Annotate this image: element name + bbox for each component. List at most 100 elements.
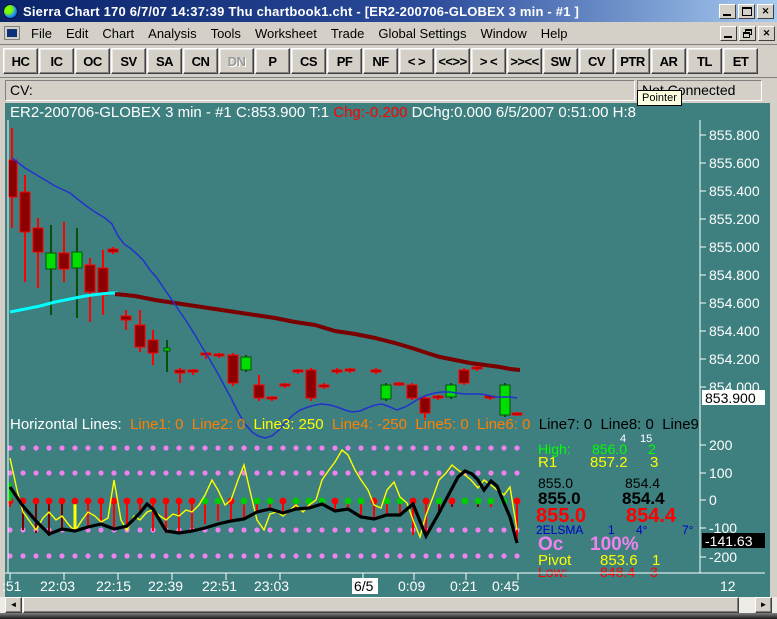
svg-text:200: 200 — [709, 437, 733, 453]
window-bottom-border — [0, 613, 777, 619]
candle-body — [84, 264, 96, 293]
toolbar-button-cv[interactable]: CV — [579, 48, 614, 74]
candle-body — [380, 384, 392, 400]
svg-text:22:15: 22:15 — [96, 578, 131, 594]
candle-body — [370, 369, 382, 373]
candle-body — [147, 339, 159, 354]
svg-text:R1: R1 — [538, 454, 557, 471]
candle-body — [331, 369, 343, 373]
menu-item-trade[interactable]: Trade — [324, 24, 371, 43]
maximize-button[interactable] — [738, 3, 755, 19]
toolbar-button-sw[interactable]: SW — [543, 48, 578, 74]
svg-text:0:09: 0:09 — [398, 578, 425, 594]
minimize-button[interactable] — [719, 3, 736, 19]
svg-text:854.200: 854.200 — [709, 351, 760, 367]
chart-area[interactable]: ER2-200706-GLOBEX 3 min - #1 C:853.900 T… — [0, 103, 777, 597]
svg-text:855.600: 855.600 — [709, 155, 760, 171]
chart-window-system-icon[interactable] — [4, 26, 20, 40]
svg-text:853.900: 853.900 — [705, 390, 756, 406]
svg-text:855.400: 855.400 — [709, 183, 760, 199]
svg-text:6/5: 6/5 — [354, 578, 374, 594]
scroll-left-arrow-icon[interactable]: ◄ — [5, 597, 22, 613]
svg-text:-141.63: -141.63 — [705, 533, 753, 549]
candle-body — [253, 384, 265, 399]
candle-body — [393, 382, 405, 386]
svg-text::51: :51 — [2, 578, 22, 594]
price-axis[interactable]: 855.800 855.600 855.400 855.200 855.000 854.8… — [700, 127, 765, 406]
svg-text:855.800: 855.800 — [709, 127, 760, 143]
menu-item-help[interactable]: Help — [534, 24, 575, 43]
toolbar-button-<<>>[interactable]: <<>> — [435, 48, 470, 74]
toolbar-button-oc[interactable]: OC — [75, 48, 110, 74]
svg-text:23:03: 23:03 — [254, 578, 289, 594]
close-button[interactable]: ✕ — [757, 3, 774, 19]
menu-item-global-settings[interactable]: Global Settings — [371, 24, 473, 43]
menu-item-tools[interactable]: Tools — [204, 24, 248, 43]
toolbar-button->><<[interactable]: >><< — [507, 48, 542, 74]
candle-body — [279, 383, 291, 387]
candle-body — [187, 369, 199, 373]
svg-text:857.2: 857.2 — [590, 454, 628, 471]
toolbar-button-<>[interactable]: < > — [399, 48, 434, 74]
horizontal-scrollbar[interactable]: ◄ ► — [0, 597, 777, 613]
svg-text:0:21: 0:21 — [450, 578, 477, 594]
candle-body — [32, 227, 44, 253]
toolbar-button-et[interactable]: ET — [723, 48, 758, 74]
candle-body — [445, 384, 457, 398]
svg-text:854.600: 854.600 — [709, 295, 760, 311]
candle-body — [45, 252, 57, 270]
candle-body — [305, 369, 317, 399]
menu-item-worksheet[interactable]: Worksheet — [248, 24, 324, 43]
toolbar-button-><[interactable]: > < — [471, 48, 506, 74]
candle-body — [120, 315, 132, 321]
cv-field[interactable]: CV: — [5, 80, 635, 101]
child-minimize-button[interactable] — [720, 25, 737, 41]
toolbar-button-ic[interactable]: IC — [39, 48, 74, 74]
svg-text:100: 100 — [709, 465, 733, 481]
candle-body — [227, 354, 239, 384]
svg-text:12: 12 — [720, 578, 736, 594]
svg-text:Low:: Low: — [538, 564, 568, 580]
candle-body — [213, 353, 225, 357]
candle-body — [19, 191, 31, 233]
toolbar-button-ptr[interactable]: PTR — [615, 48, 650, 74]
toolbar-button-cn[interactable]: CN — [183, 48, 218, 74]
toolbar-button-cs[interactable]: CS — [291, 48, 326, 74]
toolbar-button-pf[interactable]: PF — [327, 48, 362, 74]
toolbar-button-sv[interactable]: SV — [111, 48, 146, 74]
menu-item-analysis[interactable]: Analysis — [141, 24, 203, 43]
toolbar-button-hc[interactable]: HC — [3, 48, 38, 74]
scrollbar-thumb[interactable] — [23, 597, 739, 613]
menu-item-window[interactable]: Window — [474, 24, 534, 43]
svg-text:3: 3 — [650, 564, 658, 580]
child-restore-button[interactable] — [739, 25, 756, 41]
svg-text:854.400: 854.400 — [709, 323, 760, 339]
menu-item-file[interactable]: File — [24, 24, 59, 43]
toolbar-button-p[interactable]: P — [255, 48, 290, 74]
toolbar-button-tl[interactable]: TL — [687, 48, 722, 74]
candle-body — [163, 347, 171, 352]
svg-text:0:45: 0:45 — [492, 578, 519, 594]
candle-body — [292, 369, 304, 373]
candle-body — [458, 369, 470, 384]
svg-text:854.4: 854.4 — [626, 505, 677, 527]
candle-body — [174, 369, 186, 374]
candle-body — [71, 251, 83, 269]
chart-canvas[interactable]: ER2-200706-GLOBEX 3 min - #1 C:853.900 T… — [0, 103, 777, 597]
menu-item-chart[interactable]: Chart — [95, 24, 141, 43]
scroll-right-arrow-icon[interactable]: ► — [755, 597, 772, 613]
title-bar: Sierra Chart 170 6/7/07 14:37:39 Thu cha… — [0, 0, 777, 22]
candle-body — [97, 267, 109, 296]
horizontal-lines-label: Horizontal Lines: Line1: 0 Line2: 0 Line… — [10, 416, 716, 433]
svg-text:-200: -200 — [709, 549, 737, 565]
svg-text:848.4: 848.4 — [600, 564, 635, 580]
toolbar-button-nf[interactable]: NF — [363, 48, 398, 74]
toolbar-button-sa[interactable]: SA — [147, 48, 182, 74]
svg-text:0: 0 — [709, 492, 717, 508]
candle-body — [266, 396, 278, 400]
toolbar-button-ar[interactable]: AR — [651, 48, 686, 74]
menu-item-edit[interactable]: Edit — [59, 24, 95, 43]
child-close-button[interactable]: ✕ — [758, 25, 775, 41]
svg-text:854.800: 854.800 — [709, 267, 760, 283]
candle-body — [134, 324, 146, 348]
